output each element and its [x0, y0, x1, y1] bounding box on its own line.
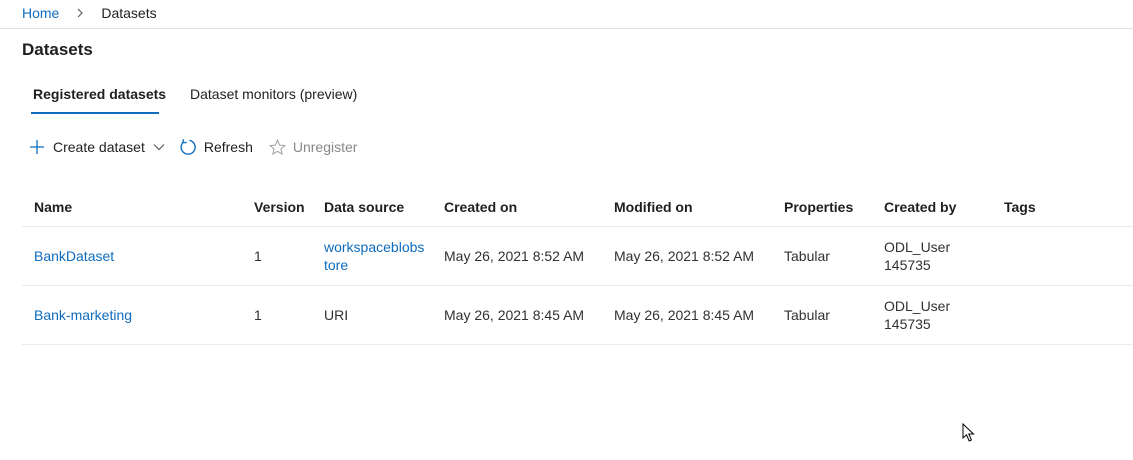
- created-by-cell: ODL_User 145735: [872, 285, 992, 345]
- tab-dataset-monitors[interactable]: Dataset monitors (preview): [190, 84, 357, 116]
- table-header-row: Name Version Data source Created on Modi…: [22, 187, 1133, 227]
- data-source-cell: workspaceblobs tore: [312, 226, 432, 286]
- refresh-button[interactable]: Refresh: [179, 138, 253, 156]
- breadcrumb-current: Datasets: [101, 5, 157, 21]
- create-dataset-label: Create dataset: [53, 139, 145, 155]
- unregister-label: Unregister: [292, 139, 358, 155]
- star-icon: [268, 138, 286, 155]
- dataset-name-link[interactable]: BankDataset: [34, 248, 114, 264]
- refresh-icon: [180, 139, 196, 155]
- breadcrumb: Home Datasets: [22, 4, 157, 22]
- column-header-created-by[interactable]: Created by: [872, 187, 992, 227]
- created-by-line2: 145735: [884, 257, 931, 273]
- datasets-table: Name Version Data source Created on Modi…: [22, 187, 1133, 345]
- column-header-tags[interactable]: Tags: [992, 187, 1133, 227]
- tab-registered-datasets[interactable]: Registered datasets: [22, 84, 170, 116]
- table-row[interactable]: BankDataset 1 workspaceblobs tore May 26,…: [22, 226, 1133, 286]
- properties-cell: Tabular: [772, 226, 872, 286]
- data-source-line2: tore: [324, 257, 349, 273]
- column-header-modified-on[interactable]: Modified on: [602, 187, 772, 227]
- created-by-line1: ODL_User: [884, 298, 951, 314]
- data-source-cell: URI: [312, 285, 432, 345]
- column-header-name[interactable]: Name: [22, 187, 242, 227]
- created-by-line1: ODL_User: [884, 239, 951, 255]
- table-row[interactable]: Bank-marketing 1 URI May 26, 2021 8:45 A…: [22, 285, 1133, 345]
- plus-icon: [30, 140, 44, 154]
- dataset-name-link[interactable]: Bank-marketing: [34, 307, 132, 323]
- chevron-down-icon: [153, 144, 165, 151]
- column-header-version[interactable]: Version: [242, 187, 312, 227]
- created-on-cell: May 26, 2021 8:45 AM: [432, 285, 602, 345]
- column-header-created-on[interactable]: Created on: [432, 187, 602, 227]
- mouse-cursor-icon: [962, 423, 975, 442]
- tags-cell: [992, 226, 1133, 286]
- create-dataset-button[interactable]: Create dataset: [22, 139, 165, 155]
- column-header-properties[interactable]: Properties: [772, 187, 872, 227]
- version-cell: 1: [242, 285, 312, 345]
- chevron-right-icon: [77, 8, 84, 18]
- created-by-cell: ODL_User 145735: [872, 226, 992, 286]
- tab-label: Registered datasets: [33, 86, 167, 102]
- data-source-line1: workspaceblobs: [324, 239, 425, 255]
- created-on-cell: May 26, 2021 8:52 AM: [432, 226, 602, 286]
- page-title: Datasets: [22, 40, 93, 59]
- modified-on-cell: May 26, 2021 8:45 AM: [602, 285, 772, 345]
- data-source-link[interactable]: workspaceblobs tore: [324, 239, 424, 273]
- tab-label: Dataset monitors (preview): [190, 86, 358, 102]
- refresh-label: Refresh: [203, 139, 253, 155]
- column-header-data-source[interactable]: Data source: [312, 187, 432, 227]
- modified-on-cell: May 26, 2021 8:52 AM: [602, 226, 772, 286]
- breadcrumb-home-link[interactable]: Home: [22, 5, 59, 21]
- created-by-line2: 145735: [884, 316, 931, 332]
- tags-cell: [992, 285, 1133, 345]
- header-divider: [0, 28, 1133, 29]
- command-bar: Create dataset Refresh Unregister: [22, 137, 357, 157]
- version-cell: 1: [242, 226, 312, 286]
- unregister-button[interactable]: Unregister: [268, 138, 358, 156]
- tab-bar: Registered datasets Dataset monitors (pr…: [22, 84, 357, 116]
- properties-cell: Tabular: [772, 285, 872, 345]
- active-tab-indicator: [31, 112, 159, 114]
